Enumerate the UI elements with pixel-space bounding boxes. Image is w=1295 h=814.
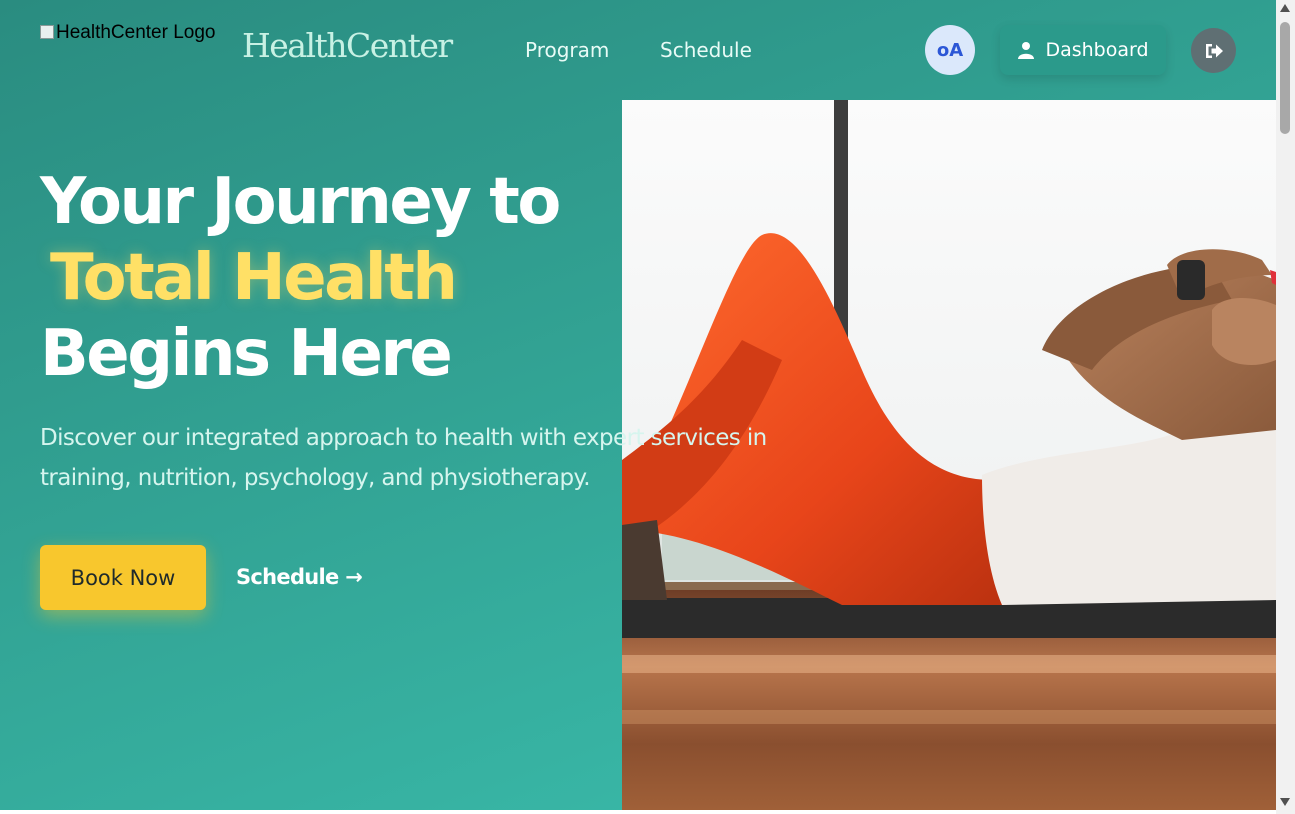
brand-name[interactable]: HealthCenter (242, 26, 453, 65)
logo-alt-text: HealthCenter Logo (56, 22, 216, 43)
nav-link-schedule[interactable]: Schedule (660, 38, 752, 62)
book-now-button[interactable]: Book Now (40, 545, 206, 610)
page: HealthCenter Logo HealthCenter Program S… (0, 0, 1276, 810)
nav-link-program[interactable]: Program (525, 38, 609, 62)
dashboard-label: Dashboard (1045, 39, 1149, 61)
schedule-link[interactable]: Schedule → (236, 565, 363, 589)
dashboard-button[interactable]: Dashboard (1000, 25, 1166, 75)
logo-image[interactable]: HealthCenter Logo (40, 22, 230, 52)
scroll-up-arrow-icon[interactable] (1280, 4, 1290, 12)
hero-description: Discover our integrated approach to heal… (40, 425, 767, 491)
scrollbar-thumb[interactable] (1280, 22, 1290, 134)
broken-image-icon (40, 25, 54, 39)
user-icon (1018, 42, 1035, 59)
hero-title-line-1: Your Journey to (40, 165, 561, 239)
hero-title: Your Journey to Total Health Begins Here (40, 164, 561, 392)
sign-out-icon (1205, 43, 1223, 58)
hero-title-accent: Total Health (50, 241, 458, 315)
user-avatar[interactable]: oA (925, 25, 975, 75)
hero-title-line-3: Begins Here (40, 317, 453, 391)
scroll-down-arrow-icon[interactable] (1280, 798, 1290, 806)
vertical-scrollbar[interactable] (1276, 0, 1295, 814)
logout-button[interactable] (1191, 28, 1236, 73)
